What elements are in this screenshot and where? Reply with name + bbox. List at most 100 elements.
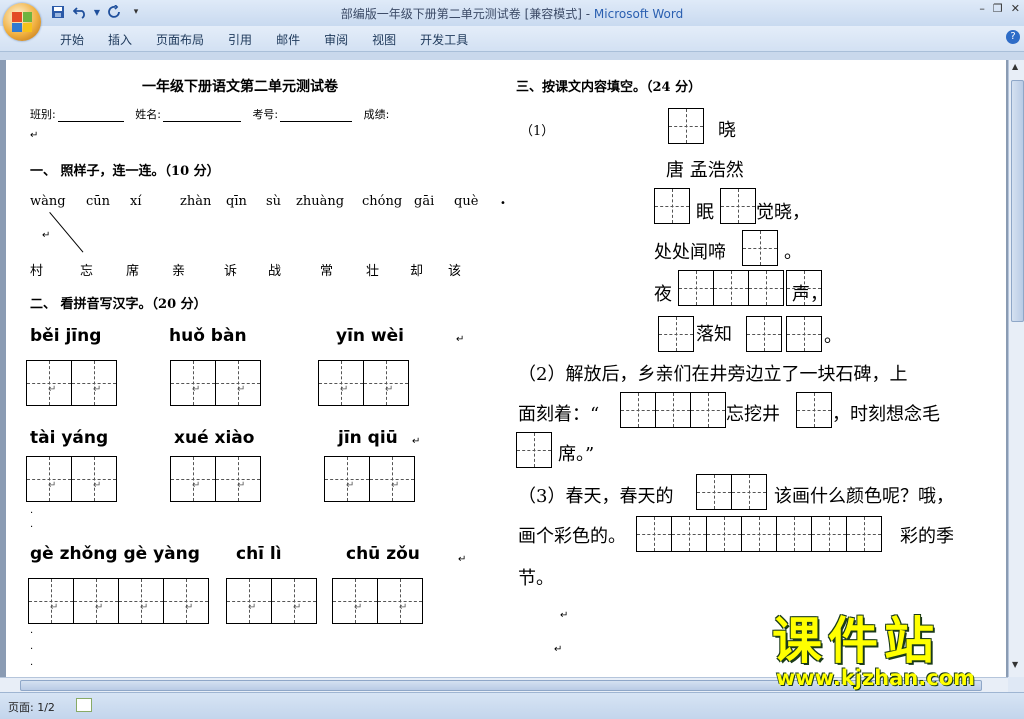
- restore-button[interactable]: ❐: [993, 2, 1003, 15]
- poem-author: 唐 孟浩然: [666, 160, 744, 181]
- undo-icon[interactable]: [72, 4, 88, 20]
- poem-text: 夜: [654, 284, 672, 305]
- writing-grid[interactable]: ↵ ↵: [170, 360, 261, 406]
- redo-icon[interactable]: [106, 4, 122, 20]
- sec1-pinyin-0: wàng: [30, 194, 66, 209]
- window-title: 部编版一年级下册第二单元测试卷 [兼容模式] - Microsoft Word: [340, 7, 684, 21]
- pinyin-prompt: chū zǒu: [346, 544, 420, 564]
- writing-grid[interactable]: ↵ ↵: [332, 578, 423, 624]
- poem-text: 落知: [696, 324, 732, 345]
- watermark-url: www.kjzhan.com: [776, 666, 976, 690]
- watermark-logo: 课件站 www.kjzhan.com: [772, 614, 1008, 690]
- writing-grid[interactable]: [668, 108, 704, 144]
- sec1-pinyin-7: chóng: [362, 194, 403, 209]
- title-bar: 部编版一年级下册第二单元测试卷 [兼容模式] - Microsoft Word …: [0, 0, 1024, 26]
- ribbon-tabs: 开始 插入 页面布局 引用 邮件 审阅 视图 开发工具 ?: [0, 26, 1024, 52]
- writing-grid[interactable]: [696, 474, 767, 510]
- sec1-hanzi-9: 该: [448, 264, 462, 279]
- status-bar: 页面: 1/2: [0, 692, 1024, 719]
- pinyin-prompt: tài yáng: [30, 428, 109, 448]
- writing-grid[interactable]: [620, 392, 726, 428]
- q2-text: ，时刻想念毛: [832, 404, 940, 425]
- sec1-hanzi-4: 诉: [224, 264, 238, 279]
- writing-grid[interactable]: ↵ ↵: [226, 578, 317, 624]
- sec1-pinyin-1: cūn: [86, 194, 111, 209]
- ruler: [0, 52, 1024, 60]
- student-info-line: 班别: 姓名: 考号: 成绩:: [30, 108, 390, 122]
- writing-grid[interactable]: [636, 516, 882, 552]
- tab-insert[interactable]: 插入: [96, 31, 144, 48]
- writing-grid[interactable]: [746, 316, 822, 352]
- dropdown-arrow-icon[interactable]: ▼: [94, 4, 100, 20]
- writing-grid[interactable]: [796, 392, 832, 428]
- poem-text: 觉晓，: [756, 202, 810, 223]
- proofing-icon[interactable]: [76, 698, 92, 712]
- save-icon[interactable]: [50, 4, 66, 20]
- help-icon[interactable]: ?: [1006, 30, 1020, 44]
- sec1-hanzi-1: 忘: [80, 264, 94, 279]
- pinyin-prompt: jīn qiū: [338, 428, 398, 448]
- sec1-hanzi-5: 战: [268, 264, 282, 279]
- sec1-hanzi-7: 壮: [366, 264, 380, 279]
- poem-text: 眠: [696, 202, 714, 223]
- writing-grid[interactable]: [742, 230, 778, 266]
- quick-access-toolbar: ▼ ▾: [50, 4, 144, 20]
- writing-grid[interactable]: [720, 188, 756, 224]
- sec1-hanzi-3: 亲: [172, 264, 186, 279]
- poem-text: 声，: [792, 284, 828, 305]
- scroll-thumb[interactable]: [1011, 80, 1024, 322]
- tab-home[interactable]: 开始: [48, 31, 96, 48]
- q2-text: （2）解放后，乡亲们在井旁边立了一块石碑，上: [518, 364, 908, 385]
- close-button[interactable]: ✕: [1011, 2, 1020, 15]
- writing-grid[interactable]: ↵ ↵: [26, 456, 117, 502]
- q2-text: 忘挖井: [726, 404, 780, 425]
- writing-grid[interactable]: ↵ ↵ ↵ ↵: [28, 578, 209, 624]
- sec1-pinyin-8: gāi: [414, 194, 435, 209]
- writing-grid[interactable]: ↵ ↵: [324, 456, 415, 502]
- sec1-pinyin-4: qīn: [226, 194, 247, 209]
- sec1-pinyin-6: zhuàng: [296, 194, 345, 209]
- writing-grid[interactable]: ↵ ↵: [318, 360, 409, 406]
- writing-grid[interactable]: [654, 188, 690, 224]
- document-area: 一年级下册语文第二单元测试卷 班别: 姓名: 考号: 成绩: ↵ 一、 照样子，…: [0, 60, 1008, 677]
- q3-text: （3）春天，春天的: [518, 486, 674, 507]
- office-button[interactable]: [3, 3, 41, 41]
- section1-heading: 一、 照样子，连一连。（10 分）: [30, 164, 220, 179]
- sec1-hanzi-8: 却: [410, 264, 424, 279]
- scroll-up-icon[interactable]: ▲: [1012, 62, 1018, 71]
- customize-icon[interactable]: ▾: [128, 4, 144, 20]
- writing-grid[interactable]: ↵ ↵: [26, 360, 117, 406]
- poem-text: 处处闻啼: [654, 242, 726, 263]
- scroll-down-icon[interactable]: ▼: [1012, 660, 1018, 669]
- vertical-scrollbar[interactable]: ▲ ▼: [1008, 60, 1024, 677]
- sec1-pinyin-3: zhàn: [180, 194, 212, 209]
- tab-view[interactable]: 视图: [360, 31, 408, 48]
- pinyin-prompt: xué xiào: [174, 428, 255, 448]
- pinyin-prompt: yīn wèi: [336, 326, 404, 346]
- section3-heading: 三、按课文内容填空。（24 分）: [516, 80, 702, 95]
- document-page[interactable]: 一年级下册语文第二单元测试卷 班别: 姓名: 考号: 成绩: ↵ 一、 照样子，…: [6, 60, 1006, 677]
- pinyin-prompt: gè zhǒng gè yàng: [30, 544, 200, 564]
- minimize-button[interactable]: –: [979, 2, 985, 15]
- tab-review[interactable]: 审阅: [312, 31, 360, 48]
- writing-grid[interactable]: [516, 432, 552, 468]
- office-logo-icon: [12, 12, 32, 32]
- writing-grid[interactable]: [658, 316, 694, 352]
- tab-developer[interactable]: 开发工具: [408, 31, 480, 48]
- sec1-hanzi-2: 席: [126, 264, 140, 279]
- q3-text: 画个彩色的。: [518, 526, 626, 547]
- document-title: 一年级下册语文第二单元测试卷: [142, 79, 338, 95]
- sec1-pinyin-2: xí: [130, 194, 142, 209]
- sec1-hanzi-6: 常: [320, 264, 334, 279]
- pinyin-prompt: huǒ bàn: [169, 326, 247, 346]
- poem-text: 。: [784, 242, 802, 263]
- tab-page-layout[interactable]: 页面布局: [144, 31, 216, 48]
- tab-mailings[interactable]: 邮件: [264, 31, 312, 48]
- q3-text: 节。: [518, 568, 554, 589]
- tab-references[interactable]: 引用: [216, 31, 264, 48]
- writing-grid[interactable]: ↵ ↵: [170, 456, 261, 502]
- pinyin-prompt: chī lì: [236, 544, 282, 564]
- q2-text: 面刻着：“: [518, 404, 600, 425]
- example-connect-line: [49, 212, 84, 253]
- page-indicator[interactable]: 页面: 1/2: [8, 699, 55, 715]
